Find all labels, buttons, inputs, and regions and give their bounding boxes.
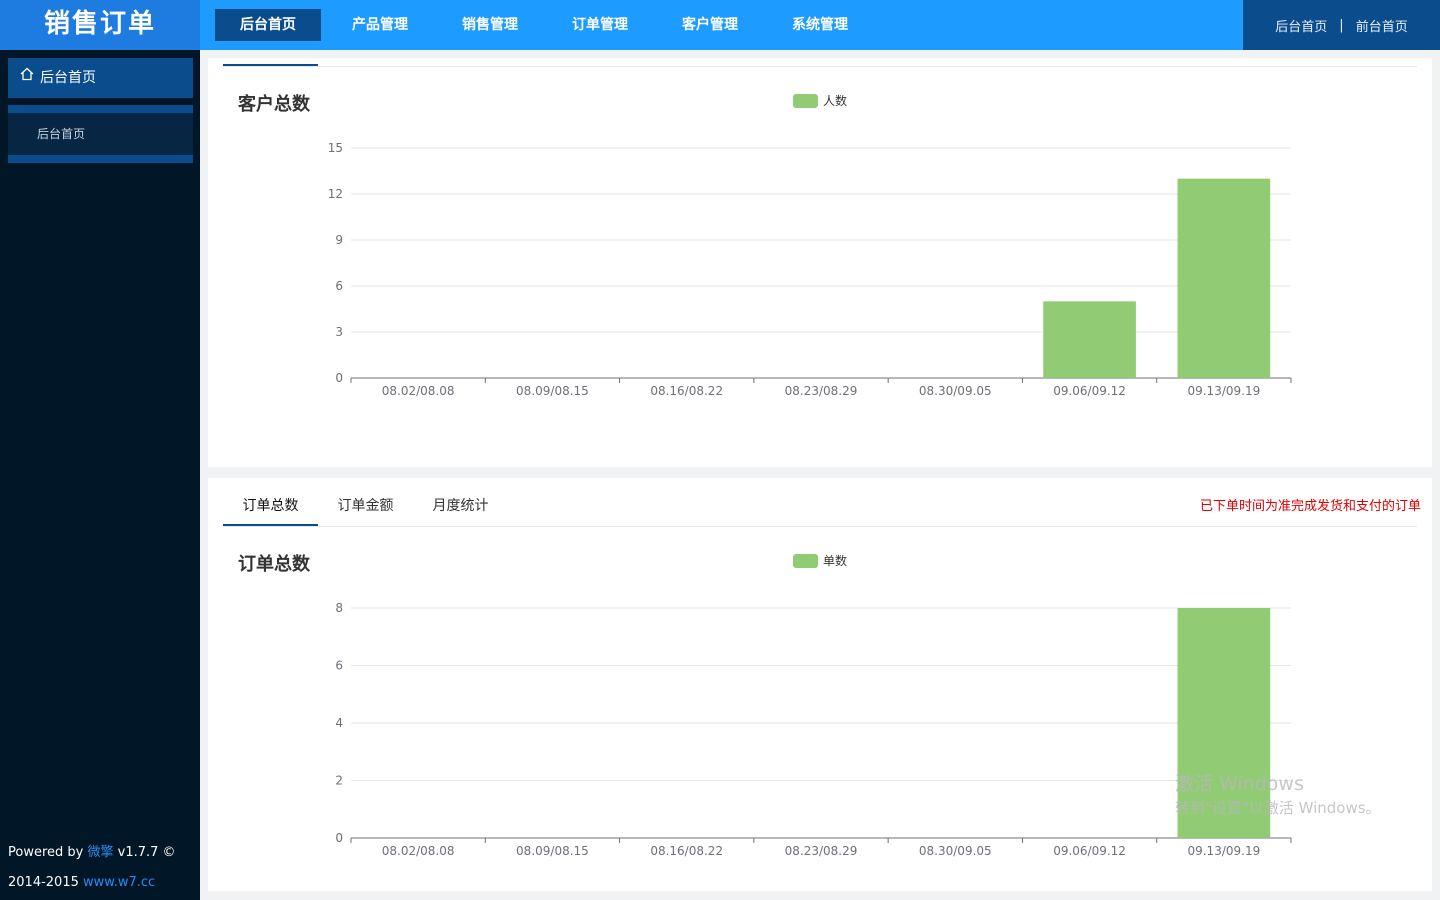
site-link[interactable]: www.w7.cc (83, 875, 155, 890)
sidebar: 后台首页 后台首页 Powered by 微擎 v1.7.7 © 2014-20… (0, 50, 200, 900)
x-tick-label: 08.02/08.08 (382, 844, 455, 858)
windows-activation-watermark: 激活 Windows 转到"设置"以激活 Windows。 (1175, 772, 1381, 820)
home-icon (20, 57, 34, 97)
brand-link[interactable]: 微擎 (87, 845, 113, 860)
top-right-links: 后台首页 | 前台首页 (1243, 0, 1440, 50)
sidebar-section-label: 后台首页 (40, 70, 96, 86)
x-tick-label: 08.23/08.29 (785, 844, 858, 858)
x-tick-label: 08.09/08.15 (516, 844, 589, 858)
orders-bar-chart: 0 2 4 6 8 08.02/08.08 08.09/08.15 08.16/08.22 08… (335, 601, 1292, 858)
powered-prefix: Powered by (8, 845, 88, 860)
watermark-title: 激活 Windows (1175, 773, 1304, 795)
x-tick-label: 08.30/09.05 (919, 844, 992, 858)
top-navbar: 销售订单 后台首页 产品管理 销售管理 订单管理 客户管理 系统管理 后台首页 … (0, 0, 1440, 50)
nav-item-customers[interactable]: 客户管理 (655, 9, 765, 41)
bar (1043, 301, 1136, 378)
nav-item-sales[interactable]: 销售管理 (435, 9, 545, 41)
sidebar-section-header[interactable]: 后台首页 (8, 58, 193, 98)
x-tick-label: 08.23/08.29 (785, 384, 858, 398)
x-tick-label: 08.16/08.22 (650, 844, 723, 858)
y-tick-label: 15 (328, 141, 343, 155)
orders-panel: 订单总数 订单金额 月度统计 已下单时间为准完成发货和支付的订单 订单总数 单数… (208, 478, 1432, 891)
version-text: v1.7.7 © (113, 845, 176, 860)
customers-panel: 客户总数 人数 0 3 6 9 12 15 08.02/08.08 08.09/08.15 08… (208, 58, 1432, 467)
x-tick-label: 08.16/08.22 (650, 384, 723, 398)
watermark-subtitle: 转到"设置"以激活 Windows。 (1175, 799, 1381, 817)
app-logo[interactable]: 销售订单 (0, 0, 200, 50)
bar (1177, 178, 1271, 378)
y-tick-label: 4 (335, 716, 343, 730)
back-home-link[interactable]: 后台首页 (1275, 16, 1327, 35)
y-tick-label: 6 (335, 659, 343, 673)
y-tick-label: 12 (328, 187, 343, 201)
sidebar-item-dashboard[interactable]: 后台首页 (8, 113, 193, 155)
front-home-link[interactable]: 前台首页 (1356, 16, 1408, 35)
y-tick-label: 3 (335, 325, 343, 339)
nav-item-dashboard[interactable]: 后台首页 (215, 9, 321, 41)
copyright-years: 2014-2015 (8, 875, 83, 890)
nav-item-products[interactable]: 产品管理 (325, 9, 435, 41)
link-separator: | (1339, 17, 1344, 33)
customers-bar-chart: 0 3 6 9 12 15 08.02/08.08 08.09/08.15 08.16/08.2… (328, 141, 1292, 398)
y-tick-label: 2 (335, 774, 343, 788)
x-tick-label: 09.13/09.19 (1187, 844, 1260, 858)
y-tick-label: 6 (335, 279, 343, 293)
x-tick-label: 09.06/09.12 (1053, 844, 1126, 858)
y-tick-label: 9 (335, 233, 343, 247)
nav-item-orders[interactable]: 订单管理 (545, 9, 655, 41)
y-tick-label: 0 (335, 371, 343, 385)
x-tick-label: 08.30/09.05 (919, 384, 992, 398)
y-tick-label: 8 (335, 601, 343, 615)
powered-by-footer: Powered by 微擎 v1.7.7 © 2014-2015 www.w7.… (8, 838, 198, 898)
x-tick-label: 09.06/09.12 (1053, 384, 1126, 398)
x-tick-label: 08.02/08.08 (382, 384, 455, 398)
x-tick-label: 08.09/08.15 (516, 384, 589, 398)
nav-item-system[interactable]: 系统管理 (765, 9, 875, 41)
sidebar-submenu: 后台首页 (8, 105, 193, 163)
x-tick-label: 09.13/09.19 (1187, 384, 1260, 398)
main-nav: 后台首页 产品管理 销售管理 订单管理 客户管理 系统管理 (215, 9, 875, 41)
y-tick-label: 0 (335, 831, 343, 845)
